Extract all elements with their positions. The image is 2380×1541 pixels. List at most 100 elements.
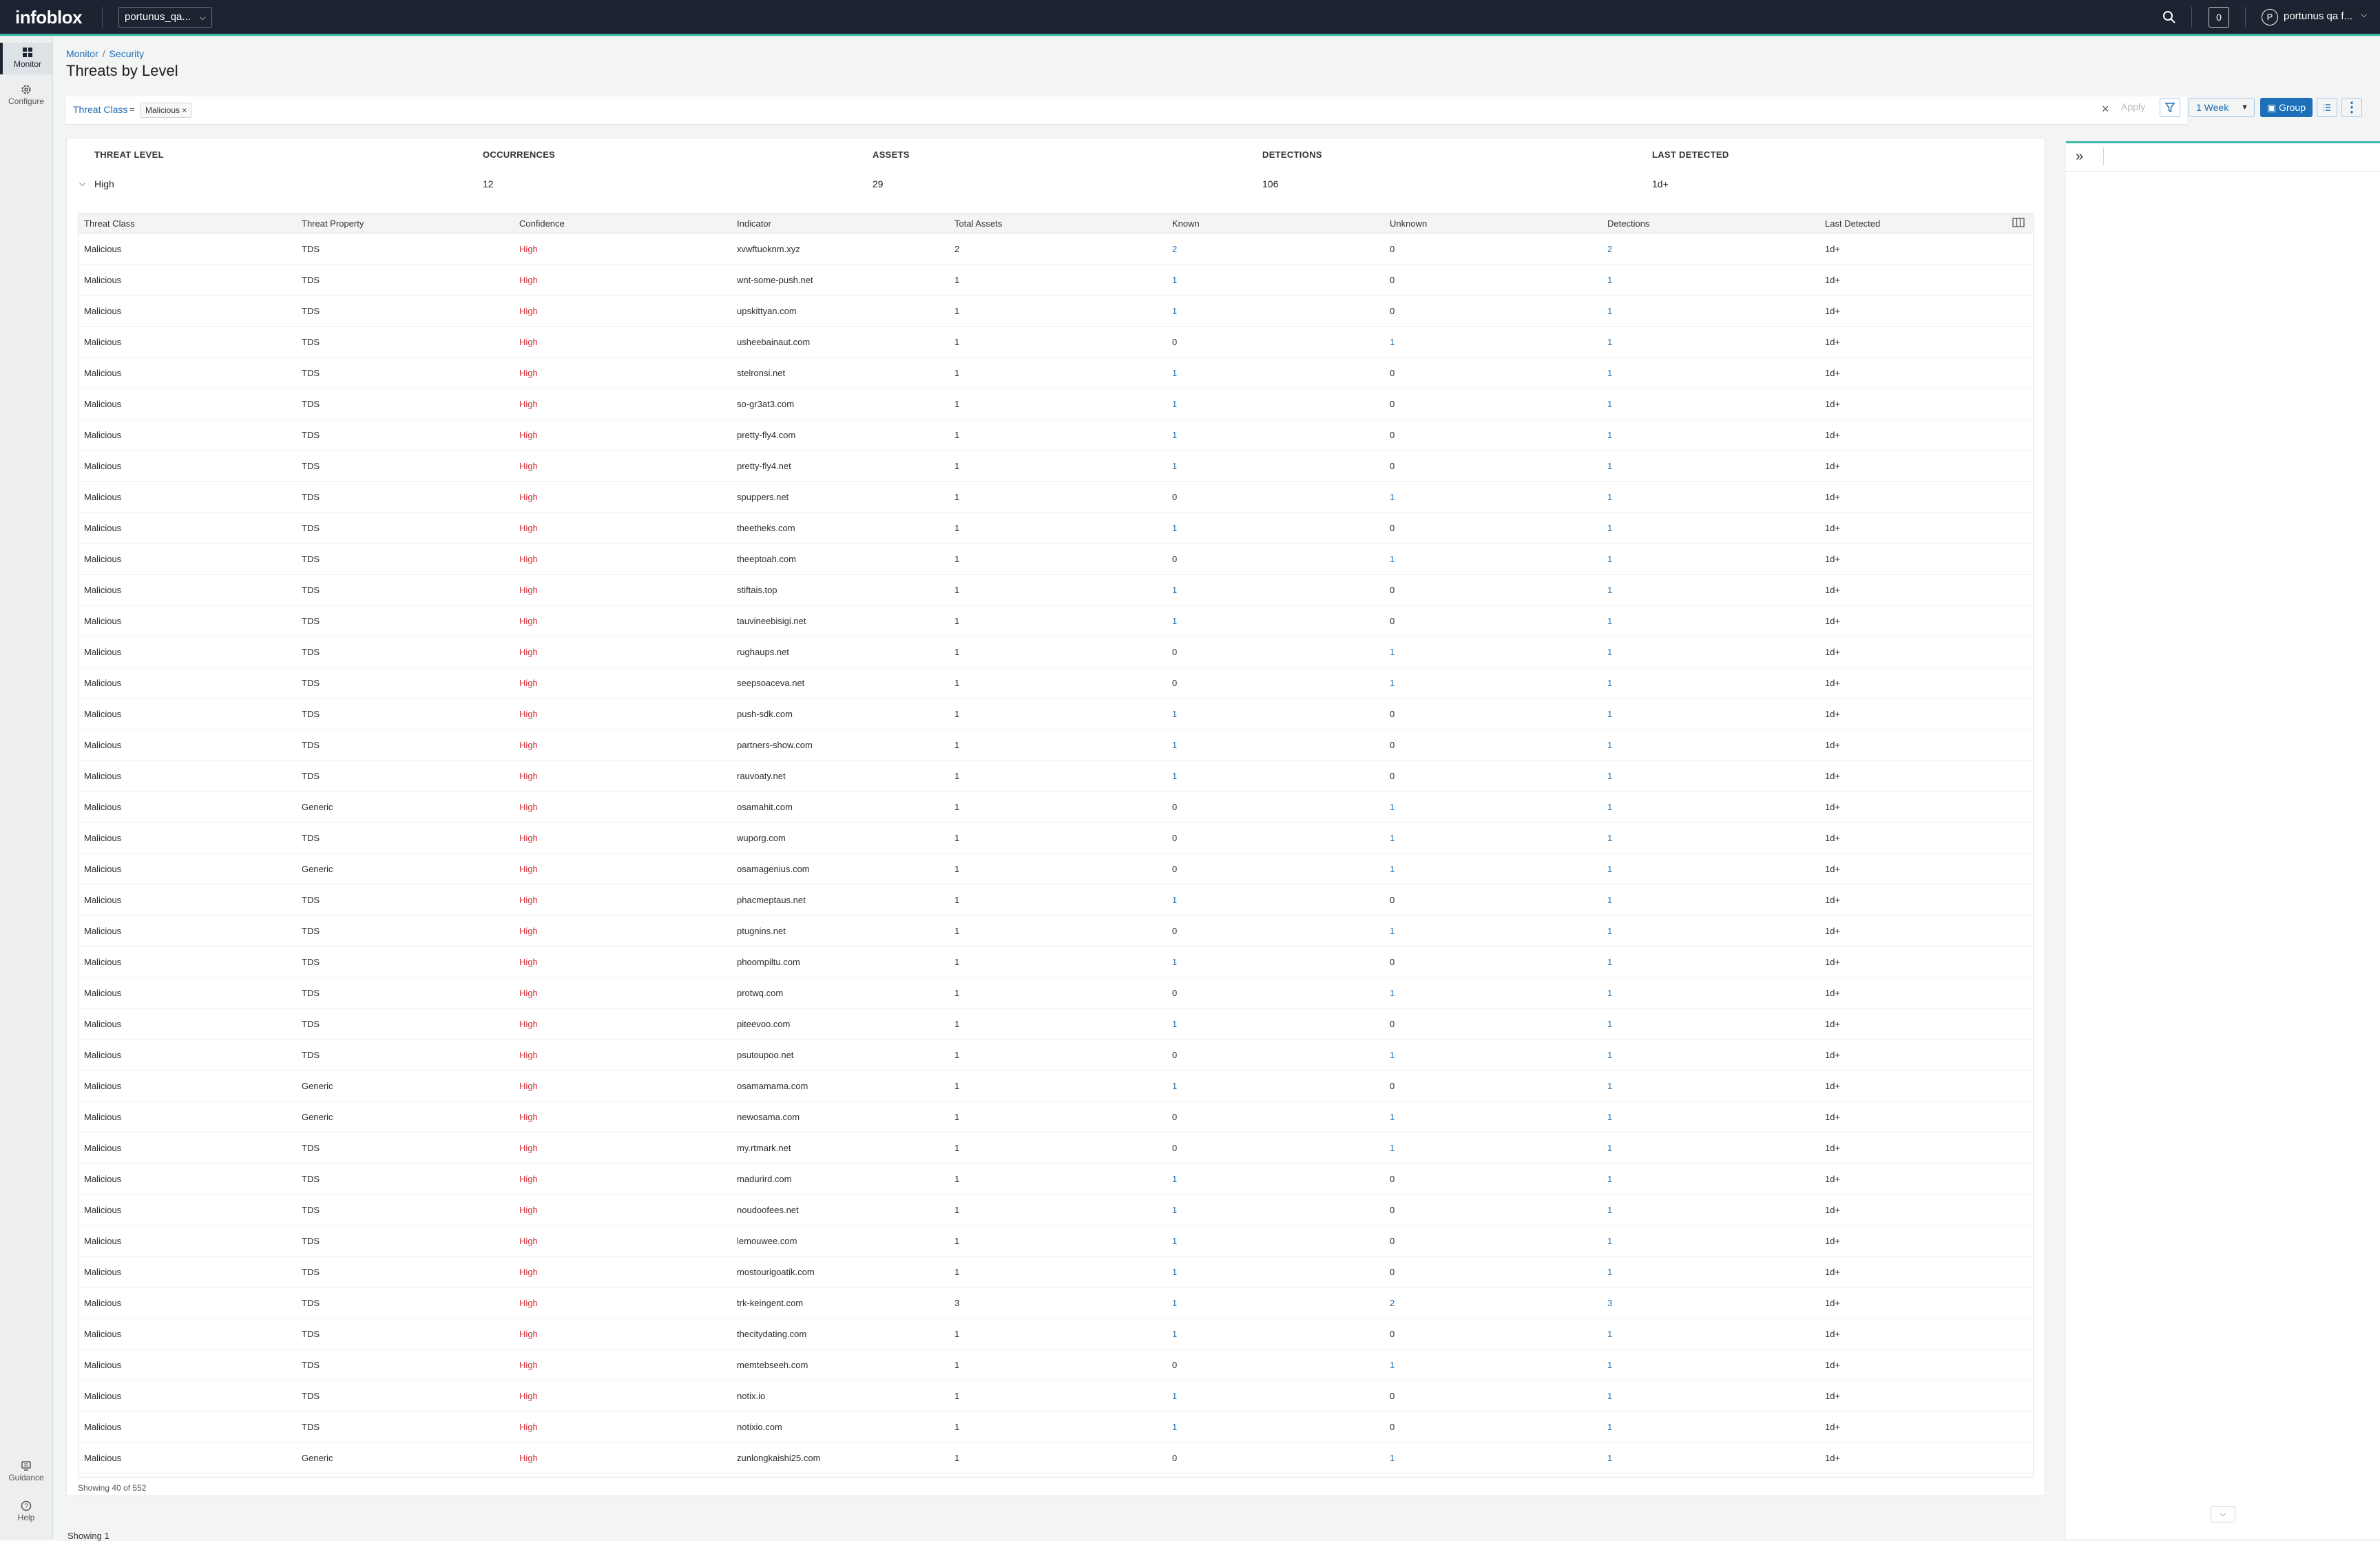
- cell-detections[interactable]: 1: [1607, 337, 1612, 347]
- cell-unknown[interactable]: 1: [1390, 337, 1395, 347]
- header-col-threat-class[interactable]: Threat Class: [84, 218, 135, 229]
- cell-detections[interactable]: 3: [1607, 1298, 1612, 1308]
- cell-indicator[interactable]: notix.io: [737, 1391, 765, 1401]
- cell-unknown[interactable]: 1: [1390, 1143, 1395, 1153]
- table-row[interactable]: Malicious TDS High wnt-some-push.net 1 1 0 1 1d+: [79, 264, 2033, 296]
- table-row[interactable]: Malicious TDS High partners-show.com 1 1 0 1 1d+: [79, 729, 2033, 761]
- cell-detections[interactable]: 1: [1607, 1267, 1612, 1277]
- cell-unknown[interactable]: 1: [1390, 802, 1395, 812]
- chevron-down-icon[interactable]: ⌵: [2211, 1506, 2235, 1522]
- nav-item-help[interactable]: ? Help: [0, 1500, 52, 1522]
- notifications-button[interactable]: 0: [2209, 7, 2229, 28]
- cell-indicator[interactable]: osamamama.com: [737, 1081, 808, 1091]
- cell-detections[interactable]: 1: [1607, 430, 1612, 440]
- cell-detections[interactable]: 1: [1607, 1205, 1612, 1215]
- cell-indicator[interactable]: stelronsi.net: [737, 368, 785, 378]
- cell-detections[interactable]: 1: [1607, 616, 1612, 626]
- cell-indicator[interactable]: osamahit.com: [737, 802, 793, 812]
- cell-indicator[interactable]: phacmeptaus.net: [737, 895, 806, 905]
- cell-detections[interactable]: 2: [1607, 244, 1612, 254]
- cell-detections[interactable]: 1: [1607, 771, 1612, 781]
- cell-indicator[interactable]: so-gr3at3.com: [737, 399, 794, 409]
- cell-detections[interactable]: 1: [1607, 833, 1612, 843]
- group-level[interactable]: High: [94, 178, 114, 189]
- cell-unknown[interactable]: 2: [1390, 1298, 1395, 1308]
- table-row[interactable]: Malicious TDS High stiftais.top 1 1 0 1 1d+: [79, 574, 2033, 606]
- table-row[interactable]: Malicious TDS High trk-keingent.com 3 1 2 3 1d+: [79, 1287, 2033, 1318]
- cell-detections[interactable]: 1: [1607, 1050, 1612, 1060]
- cell-detections[interactable]: 1: [1607, 1422, 1612, 1432]
- cell-indicator[interactable]: lemouwee.com: [737, 1236, 797, 1246]
- cell-known[interactable]: 1: [1172, 523, 1177, 533]
- cell-known[interactable]: 1: [1172, 1267, 1177, 1277]
- cell-indicator[interactable]: rauvoaty.net: [737, 771, 786, 781]
- table-row[interactable]: Malicious TDS High madurird.com 1 1 0 1 1d+: [79, 1163, 2033, 1194]
- cell-indicator[interactable]: trk-keingent.com: [737, 1298, 803, 1308]
- cell-unknown[interactable]: 1: [1390, 1112, 1395, 1122]
- table-row[interactable]: Malicious TDS High mostourigoatik.com 1 1 0 1 1d…: [79, 1256, 2033, 1287]
- columns-icon[interactable]: [2012, 218, 2025, 227]
- clear-filter-icon[interactable]: ×: [2102, 102, 2109, 116]
- cell-indicator[interactable]: usheebainaut.com: [737, 337, 810, 347]
- table-row[interactable]: Malicious TDS High pretty-fly4.net 1 1 0 1 1d+: [79, 450, 2033, 482]
- cell-known[interactable]: 1: [1172, 306, 1177, 316]
- table-row[interactable]: Malicious TDS High theeptoah.com 1 0 1 1 1d+: [79, 543, 2033, 575]
- cell-indicator[interactable]: stiftais.top: [737, 585, 777, 595]
- cell-indicator[interactable]: tauvineebisigi.net: [737, 616, 806, 626]
- table-row[interactable]: Malicious TDS High psutoupoo.net 1 0 1 1 1d+: [79, 1039, 2033, 1071]
- cell-known[interactable]: 1: [1172, 709, 1177, 719]
- table-row[interactable]: Malicious Generic High osamagenius.com 1 0 1 1 1…: [79, 853, 2033, 885]
- cell-indicator[interactable]: psutoupoo.net: [737, 1050, 793, 1060]
- table-row[interactable]: Malicious TDS High usheebainaut.com 1 0 1 1 1d+: [79, 326, 2033, 358]
- header-threat-level[interactable]: THREAT LEVEL: [94, 149, 164, 160]
- table-row[interactable]: Malicious TDS High memtebseeh.com 1 0 1 1 1d+: [79, 1349, 2033, 1380]
- cell-indicator[interactable]: piteevoo.com: [737, 1019, 790, 1029]
- table-row[interactable]: Malicious TDS High rauvoaty.net 1 1 0 1 1d+: [79, 760, 2033, 792]
- header-assets[interactable]: ASSETS: [873, 149, 910, 160]
- table-row[interactable]: Malicious Generic High osamahit.com 1 0 1 1 1d+: [79, 791, 2033, 823]
- table-row[interactable]: Malicious TDS High piteevoo.com 1 1 0 1 1d+: [79, 1008, 2033, 1040]
- cell-indicator[interactable]: pretty-fly4.com: [737, 430, 795, 440]
- cell-unknown[interactable]: 1: [1390, 678, 1395, 688]
- header-col-total-assets[interactable]: Total Assets: [954, 218, 1002, 229]
- nav-item-monitor[interactable]: Monitor: [0, 43, 52, 74]
- apply-button[interactable]: Apply: [2121, 101, 2145, 112]
- cell-known[interactable]: 1: [1172, 1174, 1177, 1184]
- cell-detections[interactable]: 1: [1607, 1236, 1612, 1246]
- more-options-icon[interactable]: ⋮: [2341, 98, 2362, 117]
- cell-detections[interactable]: 1: [1607, 1143, 1612, 1153]
- cell-indicator[interactable]: upskittyan.com: [737, 306, 797, 316]
- cell-detections[interactable]: 1: [1607, 585, 1612, 595]
- group-button[interactable]: ▣ Group: [2260, 98, 2313, 117]
- breadcrumb-security[interactable]: Security: [109, 48, 145, 59]
- cell-detections[interactable]: 1: [1607, 740, 1612, 750]
- cell-detections[interactable]: 1: [1607, 957, 1612, 967]
- cell-detections[interactable]: 1: [1607, 492, 1612, 502]
- header-col-detections[interactable]: Detections: [1607, 218, 1649, 229]
- cell-indicator[interactable]: noudoofees.net: [737, 1205, 799, 1215]
- table-row[interactable]: Malicious TDS High phacmeptaus.net 1 1 0 1 1d+: [79, 884, 2033, 916]
- cell-detections[interactable]: 1: [1607, 926, 1612, 936]
- cell-indicator[interactable]: protwq.com: [737, 988, 783, 998]
- cell-known[interactable]: 1: [1172, 1081, 1177, 1091]
- cell-detections[interactable]: 1: [1607, 275, 1612, 285]
- cell-indicator[interactable]: partners-show.com: [737, 740, 813, 750]
- cell-indicator[interactable]: rughaups.net: [737, 647, 789, 657]
- table-row[interactable]: Malicious TDS High seepsoaceva.net 1 0 1 1 1d+: [79, 667, 2033, 699]
- table-row[interactable]: Malicious TDS High notixio.com 1 1 0 1 1d+: [79, 1411, 2033, 1442]
- header-col-confidence[interactable]: Confidence: [519, 218, 565, 229]
- cell-known[interactable]: 1: [1172, 1019, 1177, 1029]
- cell-indicator[interactable]: notixio.com: [737, 1422, 782, 1432]
- cell-indicator[interactable]: madurird.com: [737, 1174, 791, 1184]
- cell-detections[interactable]: 1: [1607, 678, 1612, 688]
- cell-known[interactable]: 1: [1172, 1422, 1177, 1432]
- search-icon[interactable]: [2161, 9, 2178, 25]
- cell-known[interactable]: 1: [1172, 275, 1177, 285]
- cell-unknown[interactable]: 1: [1390, 1360, 1395, 1370]
- table-row[interactable]: Malicious TDS High push-sdk.com 1 1 0 1 1d+: [79, 698, 2033, 730]
- cell-known[interactable]: 1: [1172, 1205, 1177, 1215]
- cell-known[interactable]: 1: [1172, 771, 1177, 781]
- cell-detections[interactable]: 1: [1607, 461, 1612, 471]
- table-row[interactable]: Malicious TDS High so-gr3at3.com 1 1 0 1 1d+: [79, 388, 2033, 420]
- cell-unknown[interactable]: 1: [1390, 988, 1395, 998]
